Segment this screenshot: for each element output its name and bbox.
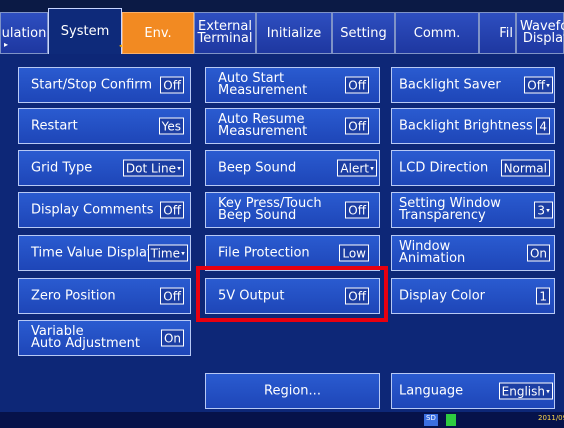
lcd-direction-button[interactable]: LCD Direction Normal	[391, 150, 555, 186]
setting-label: Zero Position	[31, 288, 116, 304]
auto-resume-measurement-button[interactable]: Auto Resume Measurement Off	[205, 108, 380, 144]
setting-label: Auto Start Measurement	[218, 71, 308, 98]
tab-comm[interactable]: Comm.	[395, 12, 479, 54]
display-color-button[interactable]: Display Color 1	[391, 278, 555, 314]
setting-label: Auto Resume Measurement	[218, 112, 308, 139]
setting-label: Window Animation	[399, 239, 466, 266]
setting-label: Backlight Saver	[399, 77, 501, 93]
highlight-frame	[196, 266, 388, 322]
setting-label: Setting Window Transparency	[399, 196, 501, 223]
tab-setting[interactable]: Setting	[332, 12, 395, 54]
setting-value: Off	[160, 76, 184, 94]
time-value-display-button[interactable]: Time Value Display Time▾	[18, 235, 191, 271]
beep-sound-button[interactable]: Beep Sound Alert▾	[205, 150, 380, 186]
setting-window-transparency-button[interactable]: Setting Window Transparency 3▾	[391, 192, 555, 228]
tab-calculation[interactable]: ulation ▸	[0, 12, 48, 54]
backlight-brightness-button[interactable]: Backlight Brightness 4	[391, 108, 555, 144]
dropdown-arrow-icon: ▾	[181, 249, 185, 258]
setting-value: Alert▾	[337, 159, 377, 177]
region-button[interactable]: Region...	[205, 373, 380, 409]
setting-value: On	[160, 329, 184, 347]
display-comments-button[interactable]: Display Comments Off	[18, 192, 191, 228]
restart-button[interactable]: Restart Yes	[18, 108, 191, 144]
grid-type-button[interactable]: Grid Type Dot Line▾	[18, 150, 191, 186]
language-button[interactable]: Language English▾	[391, 373, 555, 409]
dropdown-arrow-icon: ▾	[370, 164, 374, 173]
setting-value: 1	[536, 287, 550, 305]
tab-file[interactable]: Fil	[479, 12, 516, 54]
dropdown-arrow-icon: ▾	[546, 206, 550, 215]
setting-label: Restart	[31, 118, 78, 134]
date-readout: 2011/09	[538, 414, 564, 422]
setting-value: 4	[536, 117, 550, 135]
setting-value: Off	[160, 201, 184, 219]
setting-label: Start/Stop Confirm	[31, 77, 153, 93]
tab-initialize-label: Initialize	[266, 25, 322, 41]
setting-value: Normal	[500, 159, 550, 177]
setting-value: Dot Line▾	[122, 159, 184, 177]
variable-auto-adjustment-button[interactable]: Variable Auto Adjustment On	[18, 320, 191, 356]
setting-value: On	[526, 244, 550, 262]
tab-waveform-display[interactable]: Wavefor Display	[516, 12, 564, 54]
auto-start-measurement-button[interactable]: Auto Start Measurement Off	[205, 67, 380, 103]
setting-label: Language	[399, 383, 464, 399]
setting-value: Low	[339, 244, 369, 262]
setting-value: Off	[345, 117, 369, 135]
window-animation-button[interactable]: Window Animation On	[391, 235, 555, 271]
setting-value: Off▾	[524, 76, 553, 94]
setting-value: Off	[160, 287, 184, 305]
dropdown-arrow-icon: ▾	[546, 81, 550, 90]
region-label: Region...	[264, 383, 321, 399]
tab-env-label: Env.	[144, 25, 172, 41]
tab-external-terminal[interactable]: External Terminal	[194, 12, 256, 54]
setting-label: Grid Type	[31, 160, 93, 176]
setting-value: 3▾	[534, 201, 553, 219]
dropdown-arrow-icon: ▾	[546, 387, 550, 396]
setting-label: Display Color	[399, 288, 485, 304]
setting-label: Variable Auto Adjustment	[31, 324, 140, 351]
tab-comm-label: Comm.	[413, 25, 461, 41]
start-stop-confirm-button[interactable]: Start/Stop Confirm Off	[18, 67, 191, 103]
setting-value: Time▾	[147, 244, 188, 262]
key-press-beep-sound-button[interactable]: Key Press/Touch Beep Sound Off	[205, 192, 380, 228]
tab-external-label: External Terminal	[197, 19, 253, 46]
setting-label: Beep Sound	[218, 160, 297, 176]
tab-file-label: Fil	[499, 25, 513, 41]
tab-system[interactable]: System ◂	[48, 8, 123, 54]
battery-icon	[446, 414, 456, 426]
zero-position-button[interactable]: Zero Position Off	[18, 278, 191, 314]
tab-setting-label: Setting	[340, 25, 387, 41]
setting-label: Key Press/Touch Beep Sound	[218, 196, 322, 223]
setting-value: Off	[345, 76, 369, 94]
setting-label: File Protection	[218, 245, 310, 261]
setting-value: Yes	[158, 117, 184, 135]
tab-initialize[interactable]: Initialize	[256, 12, 332, 54]
backlight-saver-button[interactable]: Backlight Saver Off▾	[391, 67, 555, 103]
setting-label: Backlight Brightness	[399, 118, 533, 134]
tab-env[interactable]: Env.	[122, 12, 194, 54]
setting-value: Off	[345, 201, 369, 219]
setting-value: English▾	[498, 382, 553, 400]
tab-arrow-icon: ▸	[4, 40, 9, 49]
tab-waveform-label: Wavefor Display	[520, 19, 564, 46]
sd-card-icon: SD	[424, 414, 438, 426]
setting-label: LCD Direction	[399, 160, 489, 176]
status-bar: SD 2011/09	[0, 412, 564, 428]
tab-system-label: System	[60, 24, 110, 39]
setting-label: Display Comments	[31, 202, 154, 218]
setting-label: Time Value Display	[31, 245, 155, 261]
tab-calculation-label: ulation	[1, 25, 47, 41]
dropdown-arrow-icon: ▾	[177, 164, 181, 173]
